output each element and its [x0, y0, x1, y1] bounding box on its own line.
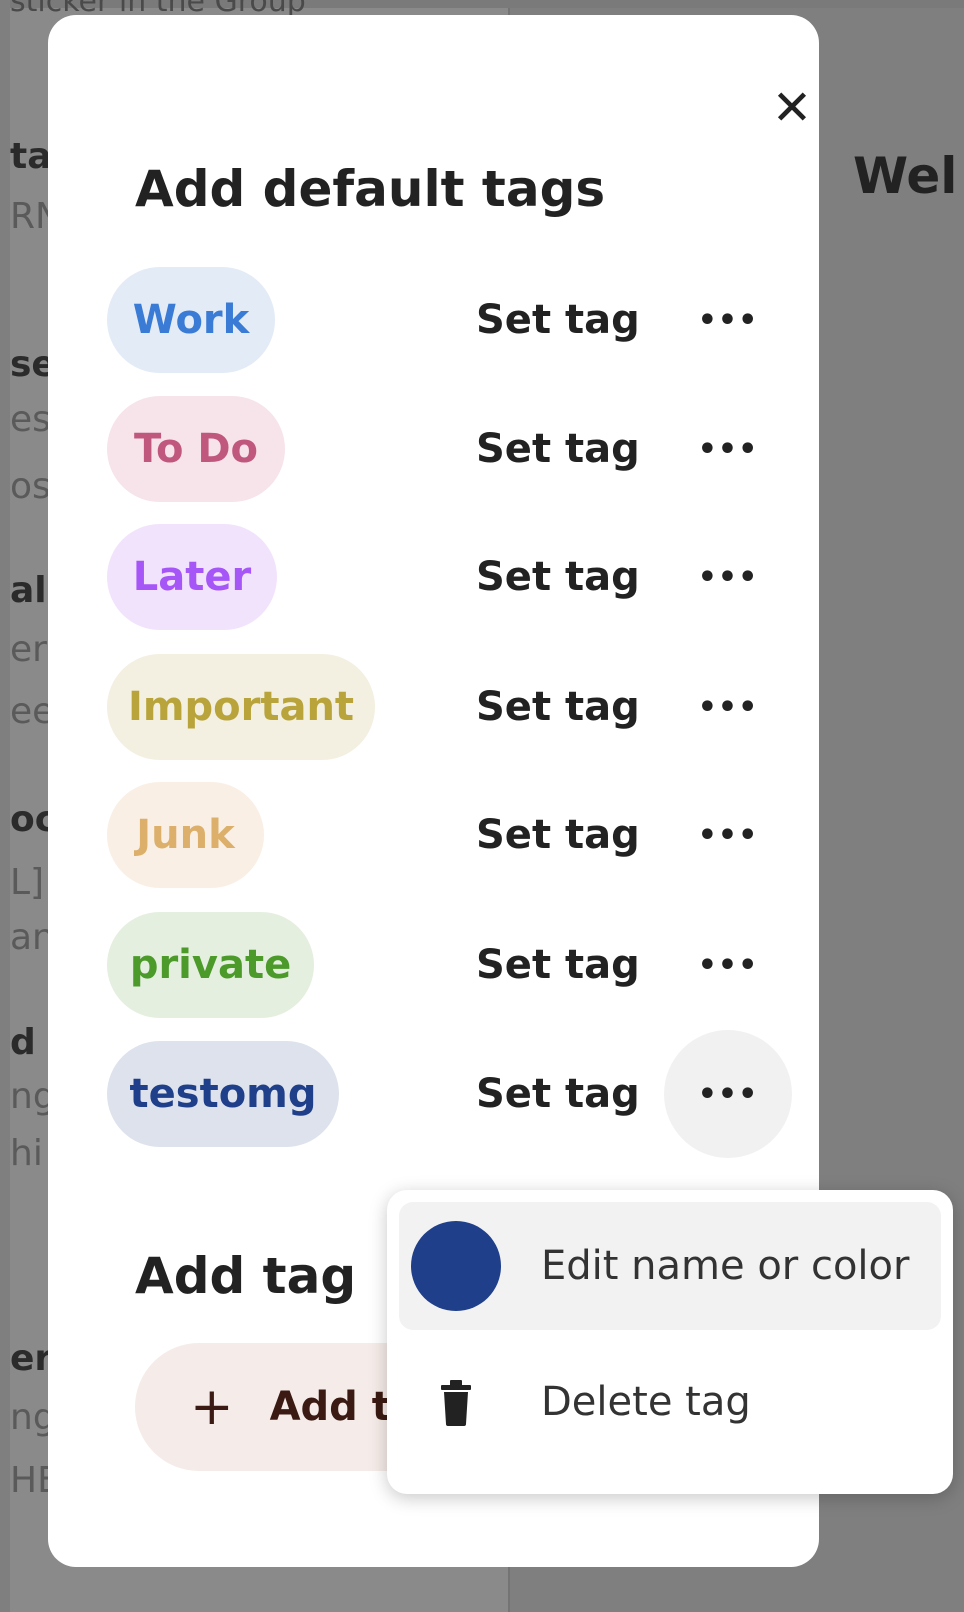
set-tag-button[interactable]: Set tag [476, 396, 640, 502]
tag-pill: Work [107, 267, 275, 373]
background-text-fragment: HE [10, 1461, 52, 1501]
background-text-fragment: an [10, 918, 52, 958]
tag-actions-menu: Edit name or color Delete tag [387, 1190, 953, 1494]
trash-icon [411, 1357, 501, 1447]
tag-row: Work Set tag ••• [107, 267, 757, 373]
color-swatch-icon [411, 1221, 501, 1311]
tag-row: Later Set tag ••• [107, 524, 757, 630]
tag-row: private Set tag ••• [107, 912, 757, 1018]
tag-row: To Do Set tag ••• [107, 396, 757, 502]
ellipsis-icon: ••• [697, 817, 759, 853]
more-options-button[interactable]: ••• [664, 385, 792, 513]
tag-row: Important Set tag ••• [107, 654, 757, 760]
ellipsis-icon: ••• [697, 431, 759, 467]
background-welcome-heading: Wel [853, 147, 958, 205]
set-tag-button[interactable]: Set tag [476, 654, 640, 760]
set-tag-button[interactable]: Set tag [476, 912, 640, 1018]
background-text-fragment: oc [10, 800, 52, 840]
plus-icon: + [190, 1377, 234, 1437]
tag-pill: Important [107, 654, 375, 760]
edit-tag-label: Edit name or color [541, 1243, 910, 1289]
more-options-button[interactable]: ••• [664, 1030, 792, 1158]
close-button[interactable]: ✕ [763, 79, 821, 137]
background-top-fragment: sticker in the Group [10, 0, 306, 16]
more-options-button[interactable]: ••• [664, 256, 792, 384]
set-tag-button[interactable]: Set tag [476, 267, 640, 373]
ellipsis-icon: ••• [697, 1076, 759, 1112]
background-text-fragment: d S [10, 1023, 52, 1063]
ellipsis-icon: ••• [697, 689, 759, 725]
set-tag-button[interactable]: Set tag [476, 524, 640, 630]
ellipsis-icon: ••• [697, 947, 759, 983]
ellipsis-icon: ••• [697, 302, 759, 338]
background-text-fragment: ta [10, 137, 52, 177]
background-text-fragment: al [10, 571, 47, 611]
more-options-button[interactable]: ••• [664, 643, 792, 771]
more-options-button[interactable]: ••• [664, 513, 792, 641]
add-tag-heading: Add tag [135, 1247, 357, 1305]
tag-pill: Later [107, 524, 277, 630]
background-text-fragment: L] [10, 863, 45, 903]
more-options-button[interactable]: ••• [664, 901, 792, 1029]
tag-pill: private [107, 912, 314, 1018]
background-text-fragment: es [10, 400, 51, 440]
background-text-fragment: RN [10, 197, 52, 237]
background-text-fragment: ee [10, 692, 52, 732]
background-text-fragment: ng [10, 1398, 52, 1438]
tag-row: Junk Set tag ••• [107, 782, 757, 888]
tag-pill: testomg [107, 1041, 339, 1147]
delete-tag-menu-item[interactable]: Delete tag [399, 1338, 941, 1466]
close-icon: ✕ [771, 80, 813, 136]
background-text-fragment: se [10, 345, 52, 385]
background-text-fragment: hi [10, 1134, 43, 1174]
delete-tag-label: Delete tag [541, 1379, 751, 1425]
background-text-fragment: er [10, 630, 47, 670]
tag-row: testomg Set tag ••• [107, 1030, 792, 1158]
background-text-fragment: ng [10, 1077, 52, 1117]
tag-pill: To Do [107, 396, 285, 502]
set-tag-button[interactable]: Set tag [476, 782, 640, 888]
more-options-button[interactable]: ••• [664, 771, 792, 899]
background-text-fragment: os [10, 467, 51, 507]
ellipsis-icon: ••• [697, 559, 759, 595]
dialog-title: Add default tags [135, 160, 606, 218]
set-tag-button[interactable]: Set tag [476, 1041, 640, 1147]
edit-tag-menu-item[interactable]: Edit name or color [399, 1202, 941, 1330]
tag-pill: Junk [107, 782, 264, 888]
background-text-fragment: er: [10, 1339, 52, 1379]
